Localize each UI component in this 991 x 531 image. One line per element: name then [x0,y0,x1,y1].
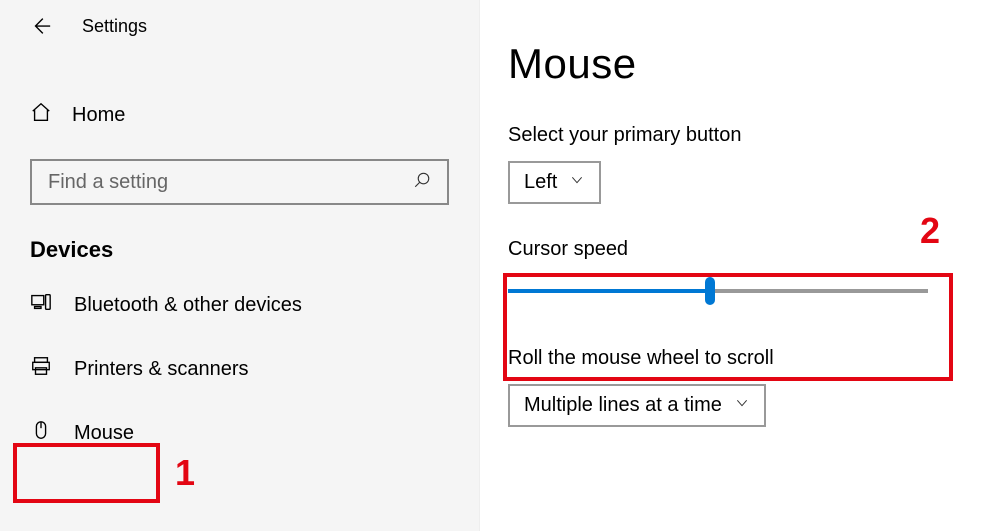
scroll-select[interactable]: Multiple lines at a time [508,384,766,427]
annotation-label-1: 1 [175,452,195,494]
sidebar-item-mouse[interactable]: Mouse [0,401,479,465]
slider-fill [508,289,710,293]
devices-icon [30,291,52,319]
primary-button-label: Select your primary button [508,124,963,147]
search-input[interactable]: Find a setting [30,159,449,205]
category-header: Devices [0,205,479,273]
search-icon [413,171,431,194]
home-label: Home [72,104,125,127]
home-nav[interactable]: Home [0,87,479,143]
cursor-speed-label: Cursor speed [508,238,963,261]
select-value: Left [524,171,557,194]
search-placeholder: Find a setting [48,171,168,194]
nav-label: Mouse [74,422,134,445]
chevron-down-icon [569,171,585,194]
primary-button-select[interactable]: Left [508,161,601,204]
select-value: Multiple lines at a time [524,394,722,417]
mouse-icon [30,419,52,447]
cursor-speed-slider[interactable] [508,289,928,293]
chevron-down-icon [734,394,750,417]
nav-label: Bluetooth & other devices [74,294,302,317]
slider-rest [710,289,928,293]
annotation-label-2: 2 [920,210,940,252]
printer-icon [30,355,52,383]
page-title: Mouse [508,40,963,88]
scroll-label: Roll the mouse wheel to scroll [508,347,963,370]
sidebar-item-printers[interactable]: Printers & scanners [0,337,479,401]
slider-thumb[interactable] [705,277,715,305]
sidebar-item-bluetooth[interactable]: Bluetooth & other devices [0,273,479,337]
home-icon [30,101,52,129]
back-icon[interactable] [30,15,52,37]
main-panel: Mouse Select your primary button Left Cu… [480,0,991,531]
app-title: Settings [82,16,147,37]
settings-sidebar: Settings Home Find a setting Devices Blu… [0,0,480,531]
nav-label: Printers & scanners [74,358,249,381]
